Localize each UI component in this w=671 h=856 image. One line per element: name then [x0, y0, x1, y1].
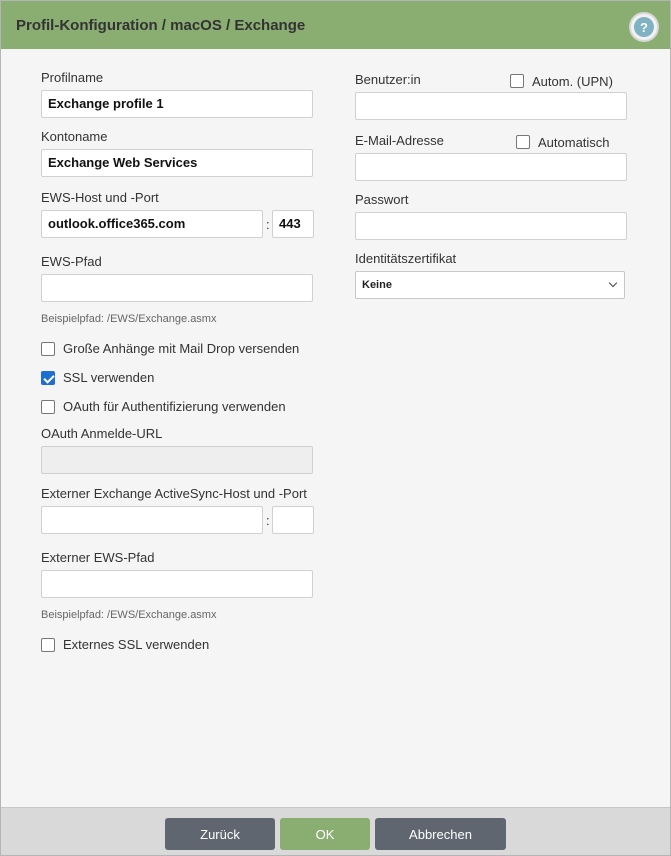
dialog-title: Profil-Konfiguration / macOS / Exchange — [16, 17, 306, 34]
email-label: E-Mail-Adresse — [355, 133, 444, 148]
user-label: Benutzer:in — [355, 72, 421, 87]
chevron-down-icon — [608, 278, 618, 288]
ews-path-input[interactable] — [41, 274, 313, 302]
email-auto-label[interactable]: Automatisch — [538, 135, 610, 150]
oauth-url-label: OAuth Anmelde-URL — [41, 426, 163, 441]
cancel-button[interactable]: Abbrechen — [375, 818, 506, 850]
ext-path-hint: Beispielpfad: /EWS/Exchange.asmx — [41, 609, 217, 621]
ews-path-hint: Beispielpfad: /EWS/Exchange.asmx — [41, 313, 217, 325]
user-auto-checkbox[interactable] — [510, 74, 524, 88]
oauth-url-input[interactable] — [41, 446, 313, 474]
help-button[interactable]: ? — [629, 12, 659, 42]
mail-drop-label[interactable]: Große Anhänge mit Mail Drop versenden — [63, 341, 299, 356]
help-icon: ? — [634, 17, 654, 37]
user-input[interactable] — [355, 92, 627, 120]
ews-host-label: EWS-Host und -Port — [41, 190, 159, 205]
profile-name-label: Profilname — [41, 70, 104, 85]
email-auto-checkbox[interactable] — [516, 135, 530, 149]
ext-path-label: Externer EWS-Pfad — [41, 550, 155, 565]
identity-label: Identitätszertifikat — [355, 251, 457, 266]
back-button[interactable]: Zurück — [165, 818, 275, 850]
host-port-separator: : — [266, 217, 270, 232]
email-input[interactable] — [355, 153, 627, 181]
ext-host-port-separator: : — [266, 513, 270, 528]
mail-drop-checkbox[interactable] — [41, 342, 55, 356]
ews-port-input[interactable]: 443 — [272, 210, 314, 238]
identity-selected-value: Keine — [362, 279, 392, 291]
ok-button[interactable]: OK — [280, 818, 370, 850]
ext-host-input[interactable] — [41, 506, 263, 534]
ext-path-input[interactable] — [41, 570, 313, 598]
password-input[interactable] — [355, 212, 627, 240]
oauth-checkbox[interactable] — [41, 400, 55, 414]
account-name-label: Kontoname — [41, 129, 108, 144]
ssl-label[interactable]: SSL verwenden — [63, 370, 154, 385]
oauth-label[interactable]: OAuth für Authentifizierung verwenden — [63, 399, 286, 414]
profile-config-dialog: Profil-Konfiguration / macOS / Exchange … — [0, 0, 671, 856]
ext-host-label: Externer Exchange ActiveSync-Host und -P… — [41, 486, 307, 501]
ext-port-input[interactable] — [272, 506, 314, 534]
profile-name-input[interactable]: Exchange profile 1 — [41, 90, 313, 118]
ext-ssl-checkbox[interactable] — [41, 638, 55, 652]
ext-ssl-label[interactable]: Externes SSL verwenden — [63, 637, 209, 652]
ews-host-input[interactable]: outlook.office365.com — [41, 210, 263, 238]
user-auto-label[interactable]: Autom. (UPN) — [532, 74, 613, 89]
ssl-checkbox[interactable] — [41, 371, 55, 385]
password-label: Passwort — [355, 192, 409, 207]
ews-path-label: EWS-Pfad — [41, 254, 102, 269]
dialog-titlebar: Profil-Konfiguration / macOS / Exchange … — [1, 1, 670, 49]
account-name-input[interactable]: Exchange Web Services — [41, 149, 313, 177]
identity-select[interactable]: Keine — [355, 271, 625, 299]
